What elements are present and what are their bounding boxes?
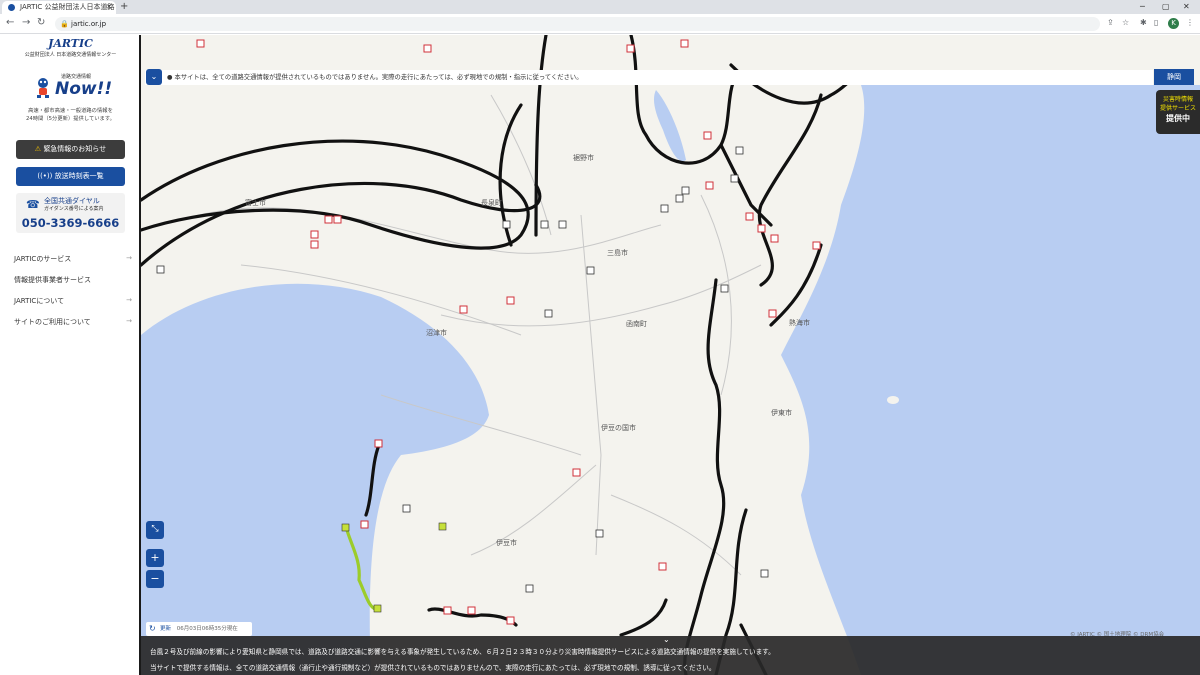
maximize-icon[interactable]: ▢ xyxy=(1162,0,1170,13)
menu-item-site-usage[interactable]: サイトのご利用について → xyxy=(14,317,132,327)
update-label: 更新 xyxy=(160,626,172,632)
menu-item-about[interactable]: JARTICについて → xyxy=(14,296,132,306)
broadcast-button-label: 放送時刻表一覧 xyxy=(54,172,104,180)
close-window-icon[interactable]: ✕ xyxy=(1183,0,1190,13)
address-bar-row: ← → ↻ 🔒 jartic.or.jp ⇪ ☆ ✱ ▯ K ⋮ xyxy=(0,14,1200,34)
profile-avatar[interactable]: K xyxy=(1168,18,1179,29)
browser-tab[interactable]: JARTIC 公益財団法人日本道路 ✕ xyxy=(2,1,116,14)
notice-text: 本サイトは、全ての道路交通情報が提供されているものではありません。実際の走行にあ… xyxy=(174,74,583,81)
disaster-badge-line1: 災害時情報 xyxy=(1162,96,1193,103)
place-label-fuji: 富士市 xyxy=(245,198,266,207)
broadcast-icon: ((•)) xyxy=(37,172,53,180)
service-description: 高速・都市高速・一般道路の情報を 24時間（5分更新）提供しています。 xyxy=(8,107,133,123)
update-timestamp: 06月03日06時35分現在 xyxy=(176,626,238,632)
description-line-2: 24時間（5分更新）提供しています。 xyxy=(26,116,115,122)
bookmark-star-icon[interactable]: ☆ xyxy=(1122,18,1129,27)
menu-item-label: サイトのご利用について xyxy=(14,318,91,326)
menu-item-label: JARTICのサービス xyxy=(14,255,72,263)
tab-bar: JARTIC 公益財団法人日本道路 ✕ + ─ ▢ ✕ xyxy=(0,0,1200,14)
traffic-map[interactable]: 富士市 長泉町 三島市 裾野市 函南町 熱海市 伊豆の国市 伊豆市 沼津市 伊東… xyxy=(141,35,1200,675)
menu-item-label: JARTICについて xyxy=(14,297,65,305)
menu-item-provider-services[interactable]: 情報提供事業者サービス xyxy=(14,275,132,285)
mascot-icon xyxy=(37,78,49,98)
phone-dial-box[interactable]: ☎ 全国共通ダイヤル ガイダンス番号による案内 050-3369-6666 xyxy=(16,193,125,233)
update-status[interactable]: ↻ 更新 06月03日06時35分現在 xyxy=(146,622,252,636)
prefecture-select-button[interactable]: 静岡 xyxy=(1154,69,1194,85)
url-text: jartic.or.jp xyxy=(71,20,107,28)
emergency-info-button[interactable]: ⚠ 緊急情報のお知らせ xyxy=(16,140,125,159)
sidepanel-icon[interactable]: ▯ xyxy=(1154,18,1158,27)
refresh-icon[interactable]: ↻ xyxy=(149,622,156,636)
place-label-kannami: 函南町 xyxy=(626,319,647,328)
favicon-icon xyxy=(8,4,15,11)
place-label-izu: 伊豆市 xyxy=(496,538,517,547)
phone-number: 050-3369-6666 xyxy=(21,216,120,230)
fullscreen-toggle-icon[interactable]: ⤡ xyxy=(146,521,164,539)
share-icon[interactable]: ⇪ xyxy=(1107,18,1114,27)
now-title: Now!! xyxy=(55,79,113,99)
place-label-nagaizumi: 長泉町 xyxy=(481,198,502,207)
extensions-icon[interactable]: ✱ xyxy=(1140,18,1147,27)
emergency-button-label: 緊急情報のお知らせ xyxy=(43,145,107,153)
sidebar: JARTIC 公益財団法人 日本道路交通情報センター 道路交通情報 Now!! … xyxy=(0,35,141,675)
chevron-right-icon: → xyxy=(126,254,132,262)
menu-item-label: 情報提供事業者サービス xyxy=(14,276,91,284)
place-label-mishima: 三島市 xyxy=(607,248,628,257)
banner-collapse-chevron-icon[interactable]: ⌄ xyxy=(663,635,670,644)
notice-bar: ● 本サイトは、全ての道路交通情報が提供されているものではありません。実際の走行… xyxy=(145,70,1153,85)
place-label-numazu: 沼津市 xyxy=(426,328,447,337)
lock-icon[interactable]: 🔒 xyxy=(60,17,69,31)
reload-icon[interactable]: ↻ xyxy=(37,17,45,28)
place-label-atami: 熱海市 xyxy=(789,318,810,327)
zoom-out-button[interactable]: − xyxy=(146,570,164,588)
forward-icon[interactable]: → xyxy=(22,17,30,28)
new-tab-icon[interactable]: + xyxy=(120,0,128,14)
jartic-logo[interactable]: JARTIC xyxy=(0,37,141,50)
tab-close-icon[interactable]: ✕ xyxy=(106,1,112,14)
back-icon[interactable]: ← xyxy=(6,17,14,28)
chevron-right-icon: → xyxy=(126,296,132,304)
map-canvas[interactable]: 富士市 長泉町 三島市 裾野市 函南町 熱海市 伊豆の国市 伊豆市 沼津市 伊東… xyxy=(141,35,1200,675)
place-label-izunokuni: 伊豆の国市 xyxy=(601,423,636,432)
description-line-1: 高速・都市高速・一般道路の情報を xyxy=(28,108,113,114)
disaster-badge-line3: 提供中 xyxy=(1166,114,1190,123)
menu-kebab-icon[interactable]: ⋮ xyxy=(1186,18,1194,27)
disaster-badge-line2: 提供サービス xyxy=(1159,105,1196,112)
logo-subtitle: 公益財団法人 日本道路交通情報センター xyxy=(24,52,117,58)
chevron-right-icon: → xyxy=(126,317,132,325)
url-input[interactable]: 🔒 jartic.or.jp xyxy=(55,17,1100,31)
now-logo[interactable]: 道路交通情報 Now!! xyxy=(33,73,113,101)
place-label-ito: 伊東市 xyxy=(771,408,792,417)
place-label-susono: 裾野市 xyxy=(573,153,594,162)
disaster-banner: ⌄ 台風２号及び前線の影響により愛知県と静岡県では、道路及び道路交通に影響を与え… xyxy=(141,635,1200,675)
phone-icon: ☎ xyxy=(26,198,40,211)
phone-sublabel: ガイダンス番号による案内 xyxy=(44,206,104,212)
hatsushima-island xyxy=(887,396,899,404)
tab-title: JARTIC 公益財団法人日本道路 xyxy=(20,3,115,11)
menu-item-services[interactable]: JARTICのサービス → xyxy=(14,254,132,264)
notice-bullet-icon: ● xyxy=(167,74,173,81)
disaster-info-badge[interactable]: 災害時情報 提供サービス 提供中 xyxy=(1156,90,1200,134)
notice-toggle-chevron-icon[interactable]: ⌄ xyxy=(146,69,162,85)
banner-line-1: 台風２号及び前線の影響により愛知県と静岡県では、道路及び道路交通に影響を与える事… xyxy=(150,648,775,656)
zoom-in-button[interactable]: + xyxy=(146,549,164,567)
warning-icon: ⚠ xyxy=(34,145,42,153)
broadcast-schedule-button[interactable]: ((•)) 放送時刻表一覧 xyxy=(16,167,125,186)
banner-line-2: 当サイトで提供する情報は、全ての道路交通情報（通行止や通行規制など）が提供されて… xyxy=(150,664,716,672)
minimize-icon[interactable]: ─ xyxy=(1140,0,1145,13)
